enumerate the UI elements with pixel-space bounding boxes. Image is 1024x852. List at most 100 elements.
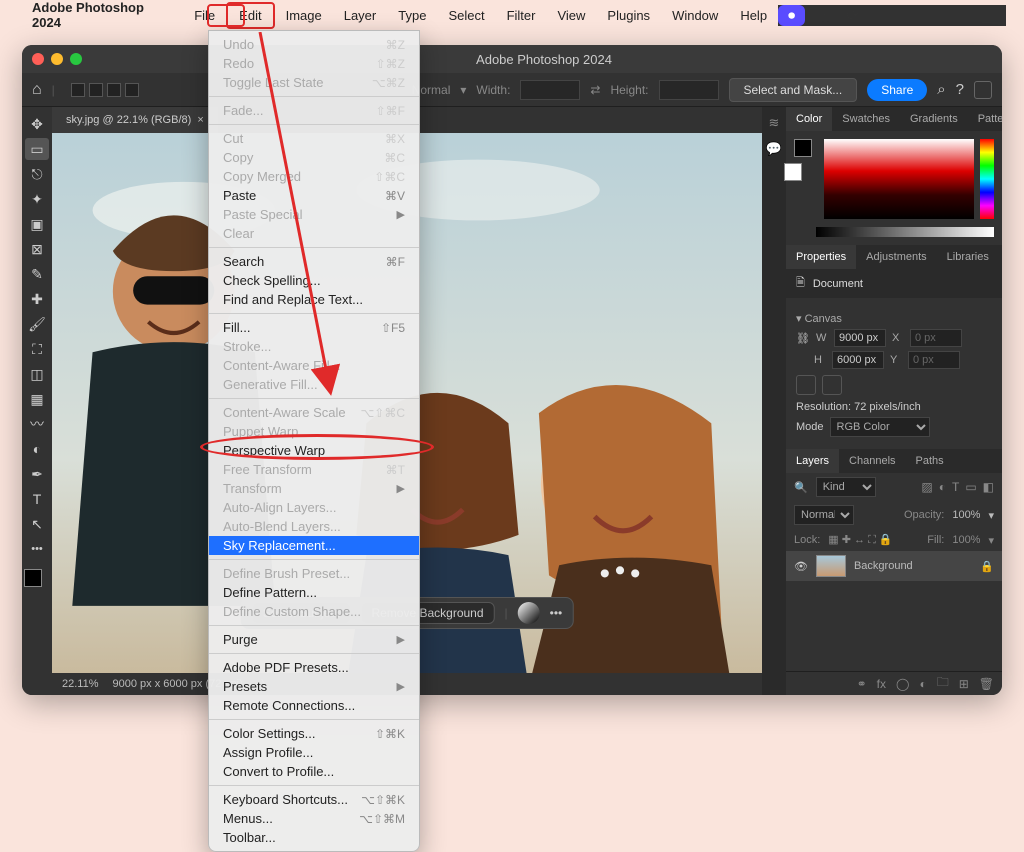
menuitem-paste[interactable]: Paste⌘V bbox=[209, 186, 419, 205]
dodge-tool[interactable]: ◐ bbox=[25, 438, 49, 460]
move-tool[interactable]: ✥ bbox=[25, 113, 49, 135]
link-layer-icon[interactable]: ⚭ bbox=[857, 677, 867, 691]
gradient-tool[interactable]: ▦ bbox=[25, 388, 49, 410]
orient-portrait-icon[interactable] bbox=[796, 375, 816, 395]
frame-tool[interactable]: ⊠ bbox=[25, 238, 49, 260]
menu-filter[interactable]: Filter bbox=[496, 4, 547, 27]
adjustment-icon[interactable] bbox=[518, 602, 540, 624]
menuitem-menus[interactable]: Menus...⌥⇧⌘M bbox=[209, 809, 419, 828]
share-button[interactable]: Share bbox=[867, 79, 927, 101]
tab-adjustments[interactable]: Adjustments bbox=[856, 245, 937, 269]
menuitem-color-settings[interactable]: Color Settings...⇧⌘K bbox=[209, 724, 419, 743]
pen-tool[interactable]: ✒ bbox=[25, 463, 49, 485]
width-field[interactable] bbox=[834, 329, 886, 347]
tab-swatches[interactable]: Swatches bbox=[832, 107, 900, 131]
select-mask-button[interactable]: Select and Mask... bbox=[729, 78, 858, 102]
more-tool[interactable]: ••• bbox=[25, 538, 49, 560]
link-icon[interactable]: ⛓ bbox=[796, 332, 810, 345]
menuitem-keyboard-shortcuts[interactable]: Keyboard Shortcuts...⌥⇧⌘K bbox=[209, 790, 419, 809]
tool-preset-icon-2[interactable] bbox=[89, 83, 103, 97]
tab-properties[interactable]: Properties bbox=[786, 245, 856, 269]
kind-filter[interactable]: Kind bbox=[816, 477, 876, 497]
menu-edit[interactable]: Edit bbox=[226, 2, 274, 29]
visibility-icon[interactable]: 👁 bbox=[794, 560, 808, 573]
type-tool[interactable]: T bbox=[25, 488, 49, 510]
trash-icon[interactable]: 🗑 bbox=[979, 677, 994, 691]
screen-record-icon[interactable]: ⏺ bbox=[778, 5, 805, 26]
tab-libraries[interactable]: Libraries bbox=[937, 245, 999, 269]
group-icon[interactable]: 🗀 bbox=[937, 673, 949, 694]
menu-view[interactable]: View bbox=[546, 4, 596, 27]
menuitem-define-pattern[interactable]: Define Pattern... bbox=[209, 583, 419, 602]
tab-layers[interactable]: Layers bbox=[786, 449, 839, 473]
blur-tool[interactable]: 〰 bbox=[25, 413, 49, 435]
layer-row-background[interactable]: 👁 Background 🔒 bbox=[786, 551, 1002, 581]
heal-tool[interactable]: ✚ bbox=[25, 288, 49, 310]
menuitem-purge[interactable]: Purge▶ bbox=[209, 630, 419, 649]
mode-select[interactable]: RGB Color bbox=[830, 417, 930, 437]
tab-paths[interactable]: Paths bbox=[906, 449, 954, 473]
panel-collapse-icon[interactable]: ≋ bbox=[769, 115, 780, 131]
menuitem-sky-replacement[interactable]: Sky Replacement... bbox=[209, 536, 419, 555]
crop-tool[interactable]: ▣ bbox=[25, 213, 49, 235]
tool-preset-icon-4[interactable] bbox=[125, 83, 139, 97]
x-field[interactable] bbox=[910, 329, 962, 347]
menu-help[interactable]: Help bbox=[729, 4, 778, 27]
lock-icon[interactable]: 🔒 bbox=[980, 560, 994, 573]
menuitem-search[interactable]: Search⌘F bbox=[209, 252, 419, 271]
orient-landscape-icon[interactable] bbox=[822, 375, 842, 395]
help-icon[interactable]: ? bbox=[956, 81, 964, 98]
menuitem-presets[interactable]: Presets▶ bbox=[209, 677, 419, 696]
menuitem-toolbar[interactable]: Toolbar... bbox=[209, 828, 419, 847]
stamp-tool[interactable]: ⛶ bbox=[25, 338, 49, 360]
tool-preset-icon-3[interactable] bbox=[107, 83, 121, 97]
color-swatch[interactable] bbox=[24, 569, 50, 595]
wand-tool[interactable]: ✦ bbox=[25, 188, 49, 210]
comment-icon[interactable]: 💬 bbox=[766, 141, 782, 157]
lasso-tool[interactable]: ⎋ bbox=[25, 163, 49, 185]
sync-icon[interactable]: ⟳ bbox=[846, 6, 859, 24]
menuitem-fill[interactable]: Fill...⇧F5 bbox=[209, 318, 419, 337]
menu-window[interactable]: Window bbox=[661, 4, 729, 27]
menuitem-perspective-warp[interactable]: Perspective Warp bbox=[209, 441, 419, 460]
menu-file[interactable]: File bbox=[183, 4, 226, 27]
edit-dropdown[interactable]: Undo⌘ZRedo⇧⌘ZToggle Last State⌥⌘ZFade...… bbox=[208, 30, 420, 852]
width-input[interactable] bbox=[520, 80, 580, 100]
workspace-icon[interactable] bbox=[974, 81, 992, 99]
more-icon[interactable]: ••• bbox=[550, 606, 563, 620]
filter-pixel-icon[interactable]: ▨ bbox=[921, 480, 932, 494]
document-tab[interactable]: sky.jpg @ 22.1% (RGB/8) × bbox=[52, 107, 219, 133]
search-icon[interactable]: ⌕ bbox=[937, 81, 945, 98]
marquee-tool[interactable]: ▭ bbox=[25, 138, 49, 160]
cc-icon[interactable]: ◎ bbox=[819, 6, 832, 24]
filter-adj-icon[interactable]: ◐ bbox=[939, 480, 946, 494]
close-icon[interactable] bbox=[32, 53, 44, 65]
height-field[interactable] bbox=[832, 351, 884, 369]
menu-type[interactable]: Type bbox=[387, 4, 437, 27]
tab-gradients[interactable]: Gradients bbox=[900, 107, 968, 131]
alpha-slider[interactable] bbox=[816, 227, 994, 237]
minimize-icon[interactable] bbox=[51, 53, 63, 65]
y-field[interactable] bbox=[908, 351, 960, 369]
path-tool[interactable]: ↖ bbox=[25, 513, 49, 535]
menuitem-check-spelling[interactable]: Check Spelling... bbox=[209, 271, 419, 290]
menuitem-convert-to-profile[interactable]: Convert to Profile... bbox=[209, 762, 419, 781]
menu-layer[interactable]: Layer bbox=[333, 4, 388, 27]
tool-preset-icon[interactable] bbox=[71, 83, 85, 97]
menuitem-adobe-pdf-presets[interactable]: Adobe PDF Presets... bbox=[209, 658, 419, 677]
menuitem-find-and-replace-text[interactable]: Find and Replace Text... bbox=[209, 290, 419, 309]
height-input[interactable] bbox=[659, 80, 719, 100]
color-panel[interactable] bbox=[786, 131, 1002, 227]
tab-color[interactable]: Color bbox=[786, 107, 832, 131]
menu-image[interactable]: Image bbox=[275, 4, 333, 27]
new-layer-icon[interactable]: ⊞ bbox=[959, 677, 969, 691]
home-icon[interactable]: ⌂ bbox=[32, 81, 42, 99]
menu-select[interactable]: Select bbox=[437, 4, 495, 27]
menuitem-remote-connections[interactable]: Remote Connections... bbox=[209, 696, 419, 715]
eyedropper-tool[interactable]: ✎ bbox=[25, 263, 49, 285]
brush-tool[interactable]: 🖌 bbox=[25, 313, 49, 335]
fx-icon[interactable]: fx bbox=[877, 677, 886, 691]
tab-channels[interactable]: Channels bbox=[839, 449, 905, 473]
menuitem-assign-profile[interactable]: Assign Profile... bbox=[209, 743, 419, 762]
canvas-section[interactable]: Canvas bbox=[805, 313, 842, 325]
